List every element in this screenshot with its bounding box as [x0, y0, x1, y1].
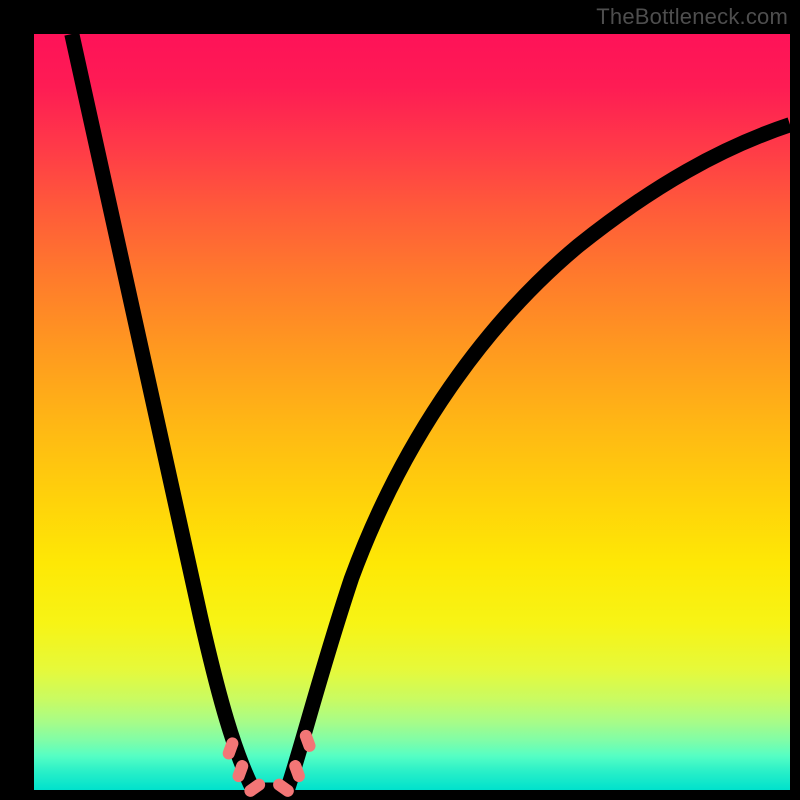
right-branch-curve [287, 125, 790, 790]
plot-area [34, 34, 790, 790]
watermark-text: TheBottleneck.com [596, 4, 788, 30]
curve-layer [34, 34, 790, 790]
left-branch-curve [72, 34, 253, 790]
chart-frame: TheBottleneck.com [0, 0, 800, 800]
